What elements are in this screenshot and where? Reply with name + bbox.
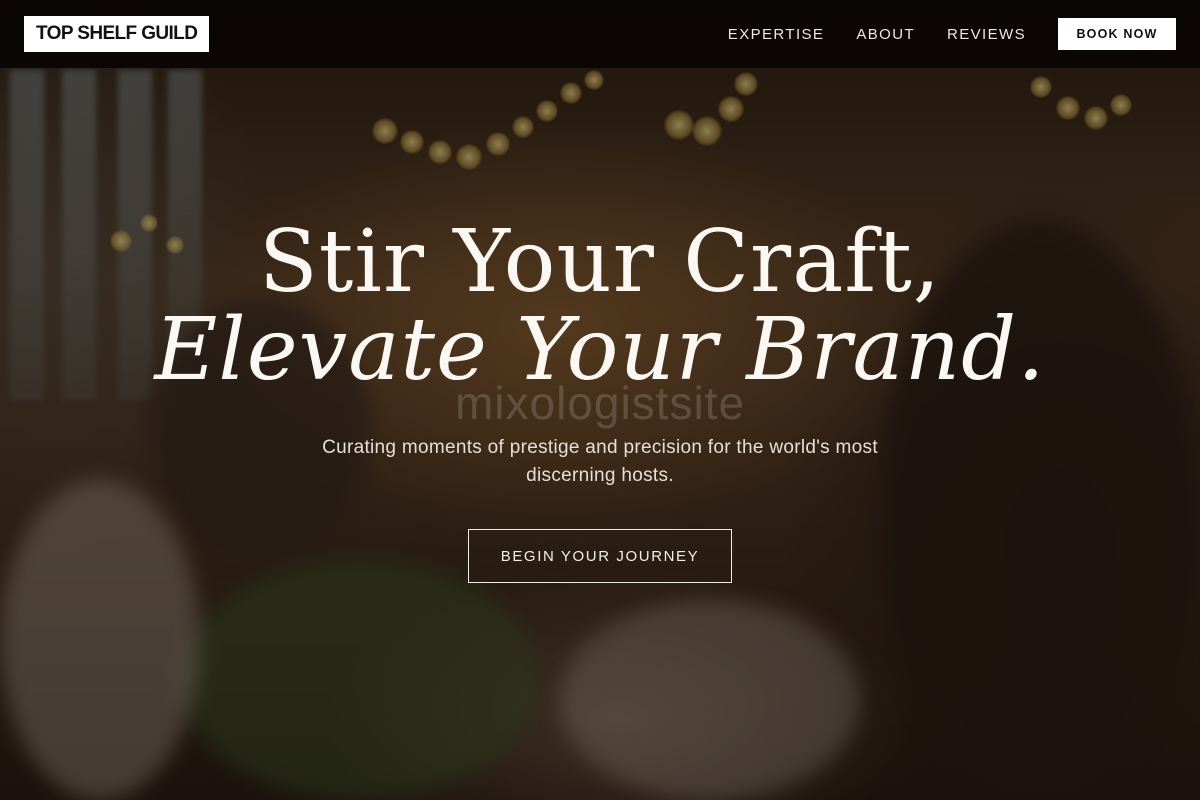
headline-line-1: Stir Your Craft,	[258, 212, 942, 312]
begin-journey-button[interactable]: BEGIN YOUR JOURNEY	[468, 529, 732, 583]
book-now-button[interactable]: BOOK NOW	[1058, 18, 1176, 50]
hero-headline: Stir Your Craft, Elevate Your Brand.	[0, 212, 1200, 396]
main-nav: EXPERTISE ABOUT REVIEWS BOOK NOW	[728, 18, 1176, 50]
nav-link-expertise[interactable]: EXPERTISE	[728, 26, 825, 43]
nav-link-about[interactable]: ABOUT	[856, 26, 915, 43]
hero-subtitle: Curating moments of prestige and precisi…	[322, 437, 878, 486]
top-navbar: TOP SHELF GUILD EXPERTISE ABOUT REVIEWS …	[0, 0, 1200, 68]
headline-line-2: Elevate Your Brand.	[154, 300, 1046, 400]
site-logo[interactable]: TOP SHELF GUILD	[24, 16, 210, 52]
nav-link-reviews[interactable]: REVIEWS	[947, 26, 1026, 43]
